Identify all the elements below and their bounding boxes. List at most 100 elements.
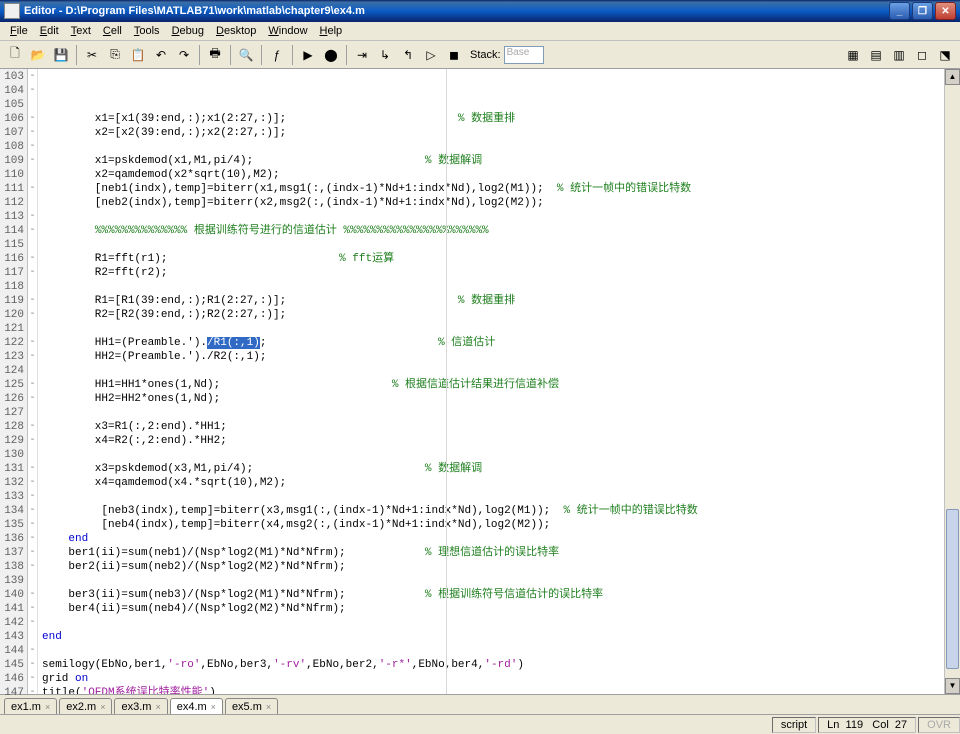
file-tab[interactable]: ex2.m× xyxy=(59,698,112,714)
code-line[interactable] xyxy=(42,364,960,378)
paste-icon[interactable]: 📋 xyxy=(127,44,149,66)
file-tab[interactable]: ex1.m× xyxy=(4,698,57,714)
find-icon[interactable]: 🔍 xyxy=(235,44,257,66)
undo-icon[interactable]: ↶ xyxy=(150,44,172,66)
code-line[interactable] xyxy=(42,574,960,588)
split-v-icon[interactable]: ▥ xyxy=(888,44,910,66)
split-h-icon[interactable]: ▤ xyxy=(865,44,887,66)
code-line[interactable]: HH2=(Preamble.')./R2(:,1); xyxy=(42,350,960,364)
stop-icon[interactable]: ◼ xyxy=(443,44,465,66)
vertical-scrollbar[interactable]: ▲ ▼ xyxy=(944,69,960,694)
breakpoint-icon[interactable]: ⬤ xyxy=(320,44,342,66)
code-line[interactable]: ber4(ii)=sum(neb4)/(Nsp*log2(M2)*Nd*Nfrm… xyxy=(42,602,960,616)
maximize-button[interactable]: ❐ xyxy=(912,2,933,20)
code-line[interactable]: end xyxy=(42,532,960,546)
code-line[interactable]: end xyxy=(42,630,960,644)
cut-icon[interactable]: ✂ xyxy=(81,44,103,66)
code-line[interactable]: semilogy(EbNo,ber1,'-ro',EbNo,ber3,'-rv'… xyxy=(42,658,960,672)
code-line[interactable]: x1=[x1(39:end,:);x1(2:27,:)]; % 数据重排 xyxy=(42,112,960,126)
code-line[interactable] xyxy=(42,210,960,224)
code-line[interactable]: ber1(ii)=sum(neb1)/(Nsp*log2(M1)*Nd*Nfrm… xyxy=(42,546,960,560)
code-line[interactable] xyxy=(42,406,960,420)
close-button[interactable]: ✕ xyxy=(935,2,956,20)
stack-combo[interactable]: Base xyxy=(504,46,544,64)
code-line[interactable] xyxy=(42,490,960,504)
code-line[interactable] xyxy=(42,448,960,462)
code-line[interactable]: ber3(ii)=sum(neb3)/(Nsp*log2(M1)*Nd*Nfrm… xyxy=(42,588,960,602)
menu-help[interactable]: Help xyxy=(314,23,349,39)
step-in-icon[interactable]: ↳ xyxy=(374,44,396,66)
menu-desktop[interactable]: Desktop xyxy=(210,23,262,39)
code-line[interactable]: title('OFDM系统误比特率性能') xyxy=(42,686,960,694)
code-line[interactable]: HH1=HH1*ones(1,Nd); % 根据信道估计结果进行信道补偿 xyxy=(42,378,960,392)
save-icon[interactable]: 💾 xyxy=(50,44,72,66)
run-icon[interactable]: ▶ xyxy=(297,44,319,66)
code-line[interactable]: R1=fft(r1); % fft运算 xyxy=(42,252,960,266)
open-file-icon[interactable]: 📂 xyxy=(27,44,49,66)
status-bar: script Ln 119 Col 27 OVR xyxy=(0,714,960,734)
separator xyxy=(199,45,200,65)
code-line[interactable]: HH1=(Preamble.')./R1(:,1); % 信道估计 xyxy=(42,336,960,350)
code-line[interactable]: ber2(ii)=sum(neb2)/(Nsp*log2(M2)*Nd*Nfrm… xyxy=(42,560,960,574)
step-icon[interactable]: ⇥ xyxy=(351,44,373,66)
code-line[interactable]: x3=R1(:,2:end).*HH1; xyxy=(42,420,960,434)
continue-icon[interactable]: ▷ xyxy=(420,44,442,66)
float-icon[interactable]: ◻ xyxy=(911,44,933,66)
code-line[interactable]: [neb2(indx),temp]=biterr(x2,msg2(:,(indx… xyxy=(42,196,960,210)
close-icon[interactable]: × xyxy=(45,702,50,712)
code-line[interactable]: x1=pskdemod(x1,M1,pi/4); % 数据解调 xyxy=(42,154,960,168)
code-line[interactable]: %%%%%%%%%%%%%% 根据训练符号进行的信道估计 %%%%%%%%%%%… xyxy=(42,224,960,238)
status-type: script xyxy=(772,717,816,733)
code-line[interactable]: [neb1(indx),temp]=biterr(x1,msg1(:,(indx… xyxy=(42,182,960,196)
close-icon[interactable]: × xyxy=(100,702,105,712)
code-line[interactable]: [neb4(indx),temp]=biterr(x4,msg2(:,(indx… xyxy=(42,518,960,532)
separator xyxy=(292,45,293,65)
separator xyxy=(76,45,77,65)
code-line[interactable] xyxy=(42,616,960,630)
menu-cell[interactable]: Cell xyxy=(97,23,128,39)
file-tab[interactable]: ex5.m× xyxy=(225,698,278,714)
code-line[interactable] xyxy=(42,280,960,294)
code-line[interactable] xyxy=(42,644,960,658)
code-line[interactable]: [neb3(indx),temp]=biterr(x3,msg1(:,(indx… xyxy=(42,504,960,518)
print-icon[interactable]: 🖶 xyxy=(204,44,226,66)
menu-window[interactable]: Window xyxy=(262,23,313,39)
code-line[interactable]: x4=qamdemod(x4.*sqrt(10),M2); xyxy=(42,476,960,490)
code-line[interactable]: x4=R2(:,2:end).*HH2; xyxy=(42,434,960,448)
code-line[interactable]: R1=[R1(39:end,:);R1(2:27,:)]; % 数据重排 xyxy=(42,294,960,308)
copy-icon[interactable]: ⎘ xyxy=(104,44,126,66)
code-line[interactable]: R2=[R2(39:end,:);R2(2:27,:)]; xyxy=(42,308,960,322)
tile-icon[interactable]: ▦ xyxy=(842,44,864,66)
scroll-down-icon[interactable]: ▼ xyxy=(945,678,960,694)
menu-edit[interactable]: Edit xyxy=(34,23,65,39)
code-line[interactable]: x2=qamdemod(x2*sqrt(10),M2); xyxy=(42,168,960,182)
menu-text[interactable]: Text xyxy=(65,23,97,39)
close-icon[interactable]: × xyxy=(211,702,216,712)
code-line[interactable]: x3=pskdemod(x3,M1,pi/4); % 数据解调 xyxy=(42,462,960,476)
close-icon[interactable]: × xyxy=(155,702,160,712)
menu-debug[interactable]: Debug xyxy=(166,23,210,39)
minimize-button[interactable]: _ xyxy=(889,2,910,20)
code-line[interactable]: grid on xyxy=(42,672,960,686)
close-icon[interactable]: × xyxy=(266,702,271,712)
redo-icon[interactable]: ↷ xyxy=(173,44,195,66)
separator xyxy=(230,45,231,65)
file-tab[interactable]: ex3.m× xyxy=(114,698,167,714)
scroll-thumb[interactable] xyxy=(946,509,959,669)
code-editor[interactable]: x1=[x1(39:end,:);x1(2:27,:)]; % 数据重排 x2=… xyxy=(38,69,960,694)
code-line[interactable] xyxy=(42,140,960,154)
set-path-icon[interactable]: ƒ xyxy=(266,44,288,66)
scroll-up-icon[interactable]: ▲ xyxy=(945,69,960,85)
file-tab[interactable]: ex4.m× xyxy=(170,698,223,714)
code-line[interactable]: x2=[x2(39:end,:);x2(2:27,:)]; xyxy=(42,126,960,140)
toolbar: 🗋 📂 💾 ✂ ⎘ 📋 ↶ ↷ 🖶 🔍 ƒ ▶ ⬤ ⇥ ↳ ↰ ▷ ◼ Stac… xyxy=(0,41,960,69)
code-line[interactable]: R2=fft(r2); xyxy=(42,266,960,280)
step-out-icon[interactable]: ↰ xyxy=(397,44,419,66)
dock-icon[interactable]: ⬔ xyxy=(934,44,956,66)
code-line[interactable] xyxy=(42,238,960,252)
menu-file[interactable]: File xyxy=(4,23,34,39)
code-line[interactable] xyxy=(42,322,960,336)
new-file-icon[interactable]: 🗋 xyxy=(4,44,26,66)
code-line[interactable]: HH2=HH2*ones(1,Nd); xyxy=(42,392,960,406)
menu-tools[interactable]: Tools xyxy=(128,23,166,39)
